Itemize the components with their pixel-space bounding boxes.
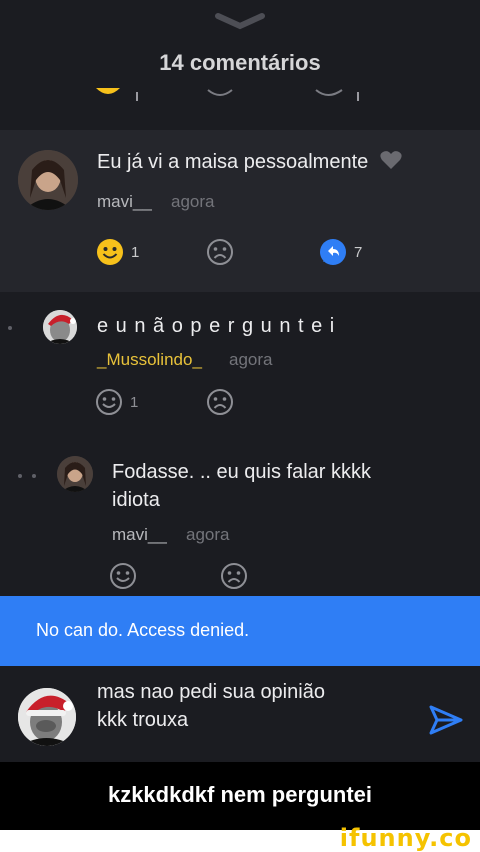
- comment-text: e u n ã o p e r g u n t e i: [97, 315, 336, 337]
- avatar-image: [43, 310, 77, 344]
- comment-item[interactable]: e u n ã o p e r g u n t e i _Mussolindo_…: [0, 292, 480, 432]
- thread-dot: [18, 474, 22, 478]
- smile-count: 1: [130, 394, 139, 411]
- heart-icon: [380, 151, 402, 169]
- avatar-image: [18, 688, 76, 746]
- comment-time: agora: [186, 525, 230, 544]
- avatar[interactable]: [18, 150, 78, 210]
- avatar: [18, 688, 76, 746]
- avatar-image: [18, 150, 78, 210]
- replies-count: 7: [354, 244, 363, 261]
- smile-icon[interactable]: [109, 562, 137, 590]
- error-toast: No can do. Access denied.: [0, 596, 480, 666]
- comment-time: agora: [171, 192, 215, 211]
- send-icon[interactable]: [428, 704, 464, 736]
- thread-dot: [8, 326, 12, 330]
- comments-header: 14 comentários: [0, 0, 480, 130]
- smile-icon[interactable]: [95, 388, 123, 416]
- comment-item[interactable]: Fodasse. .. eu quis falar kkkk idiota ma…: [0, 440, 480, 596]
- comment-username[interactable]: mavi__: [112, 525, 167, 545]
- comment-text: Eu já vi a maisa pessoalmente: [97, 148, 402, 176]
- toast-message: No can do. Access denied.: [36, 620, 250, 640]
- comment-text: Fodasse. .. eu quis falar kkkk idiota: [112, 461, 372, 511]
- avatar[interactable]: [57, 456, 93, 492]
- thread-dot: [32, 474, 36, 478]
- reply-icon[interactable]: [318, 238, 348, 268]
- ifunny-logo: ifunny.co: [339, 824, 472, 852]
- comment-time: agora: [229, 350, 273, 369]
- reply-composer[interactable]: mas nao pedi sua opinião kkk trouxa: [0, 666, 480, 762]
- avatar[interactable]: [43, 310, 77, 344]
- previous-reactions-row: [96, 88, 359, 101]
- meme-caption: kzkkdkdkf nem perguntei: [0, 762, 480, 830]
- caption-text: kzkkdkdkf nem perguntei: [107, 782, 373, 807]
- watermark-bar: ifunny.co: [0, 824, 480, 852]
- avatar-image: [57, 456, 93, 492]
- comment-username[interactable]: mavi__: [97, 192, 152, 212]
- smile-count: 1: [131, 244, 140, 261]
- frown-icon[interactable]: [206, 238, 234, 266]
- frown-icon[interactable]: [220, 562, 248, 590]
- comment-username[interactable]: _Mussolindo_: [97, 350, 202, 370]
- comment-item[interactable]: Eu já vi a maisa pessoalmente mavi__ ago…: [0, 130, 480, 292]
- reply-input[interactable]: mas nao pedi sua opinião kkk trouxa: [97, 678, 325, 734]
- frown-icon[interactable]: [206, 388, 234, 416]
- chevron-down-icon[interactable]: [214, 10, 266, 32]
- smile-icon[interactable]: [96, 238, 124, 266]
- comments-title: 14 comentários: [159, 50, 321, 75]
